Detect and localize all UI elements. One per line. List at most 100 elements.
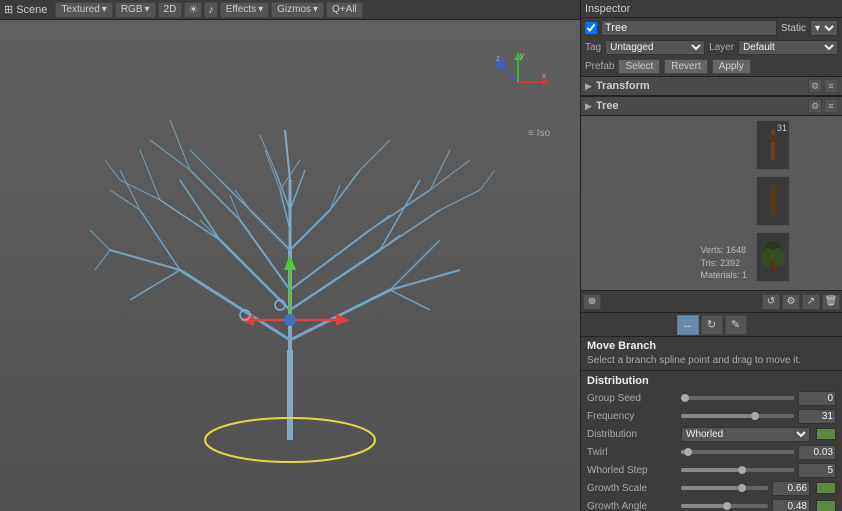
distribution-color xyxy=(816,428,836,440)
light-icon-btn[interactable]: ☀ xyxy=(184,2,202,18)
transform-title: Transform xyxy=(596,80,804,92)
scene-toolbar: ⊞ Scene Textured ▾ RGB ▾ 2D ☀ ♪ Effects … xyxy=(0,0,580,20)
group-seed-row: Group Seed xyxy=(581,389,842,407)
transform-settings-icon[interactable]: ⚙ xyxy=(808,79,822,93)
thumbnail-1[interactable]: 31 xyxy=(756,120,790,170)
frequency-row: Frequency xyxy=(581,407,842,425)
move-branch-btn[interactable]: ↔ xyxy=(677,315,699,335)
growth-angle-row: Growth Angle xyxy=(581,497,842,511)
gizmos-dropdown[interactable]: Gizmos ▾ xyxy=(271,2,324,18)
iso-label: ≡ Iso xyxy=(528,128,550,139)
thumbnail-3[interactable] xyxy=(756,232,790,282)
transform-icons: ⚙ ≡ xyxy=(808,79,838,93)
whorled-step-slider[interactable] xyxy=(681,468,794,472)
frequency-slider[interactable] xyxy=(681,414,794,418)
layer-select[interactable]: Default xyxy=(738,40,838,55)
whorled-step-row: Whorled Step xyxy=(581,461,842,479)
add-node-btn[interactable]: ⊕ xyxy=(583,294,601,310)
prefab-row: Prefab Select Revert Apply xyxy=(581,56,842,76)
move-branch-info: Move Branch Select a branch spline point… xyxy=(581,337,842,371)
comp-tool-left: ⊕ xyxy=(583,294,601,310)
twirl-row: Twirl xyxy=(581,443,842,461)
tag-label: Tag xyxy=(585,42,601,53)
active-toggle[interactable] xyxy=(585,22,597,34)
z-axis-handle xyxy=(284,314,296,326)
prefab-apply-btn[interactable]: Apply xyxy=(712,59,751,74)
transform-arrow-icon: ▶ xyxy=(585,81,592,92)
color-mode-dropdown[interactable]: RGB ▾ xyxy=(115,2,156,18)
distribution-select[interactable]: Whorled Random Alternating Opposite xyxy=(681,427,810,442)
export-btn[interactable]: ↗ xyxy=(802,294,820,310)
prefab-revert-btn[interactable]: Revert xyxy=(664,59,707,74)
transform-more-icon[interactable]: ≡ xyxy=(824,79,838,93)
object-name-input[interactable] xyxy=(601,20,777,36)
branch-tools: ↔ ↻ ✎ xyxy=(581,313,842,337)
audio-icon-btn[interactable]: ♪ xyxy=(204,2,218,18)
growth-scale-label: Growth Scale xyxy=(587,483,677,494)
prefab-select-btn[interactable]: Select xyxy=(618,59,660,74)
settings-btn[interactable]: ⚙ xyxy=(782,294,800,310)
tree-more-icon[interactable]: ≡ xyxy=(824,99,838,113)
distribution-title: Distribution xyxy=(581,371,842,389)
dimension-toggle[interactable]: 2D xyxy=(158,2,183,18)
inspector-panel: Inspector Static ▾ Tag Untagged Layer De… xyxy=(580,0,842,511)
growth-angle-color xyxy=(816,500,836,511)
distribution-label: Distribution xyxy=(587,429,677,440)
component-toolbar: ⊕ ↺ ⚙ ↗ 🗑 xyxy=(581,291,842,313)
growth-angle-value[interactable] xyxy=(772,499,810,511)
search-btn[interactable]: Q+All xyxy=(326,2,363,18)
transform-section-header[interactable]: ▶ Transform ⚙ ≡ xyxy=(581,76,842,96)
svg-text:x: x xyxy=(542,71,546,80)
distribution-section: Distribution Group Seed Frequency Distri… xyxy=(581,371,842,511)
twirl-label: Twirl xyxy=(587,447,677,458)
group-seed-value[interactable] xyxy=(798,391,836,406)
tree-component-header[interactable]: ▶ Tree ⚙ ≡ xyxy=(581,96,842,116)
growth-scale-slider[interactable] xyxy=(681,486,768,490)
stats-display: Verts: 1648 Tris: 2392 Materials: 1 xyxy=(700,244,747,282)
tree-thumbnails-area: 31 Verts: 1648 Tris: 2392 Materials: 1 xyxy=(581,116,842,291)
twirl-value[interactable] xyxy=(798,445,836,460)
tree-svg xyxy=(80,50,500,480)
tree-settings-icon[interactable]: ⚙ xyxy=(808,99,822,113)
growth-scale-value[interactable] xyxy=(772,481,810,496)
tag-layer-row: Tag Untagged Layer Default xyxy=(581,38,842,56)
svg-text:y: y xyxy=(520,51,524,60)
effects-dropdown[interactable]: Effects ▾ xyxy=(220,2,269,18)
growth-angle-slider[interactable] xyxy=(681,504,768,508)
tree-component-icons: ⚙ ≡ xyxy=(808,99,838,113)
svg-text:z: z xyxy=(496,54,500,63)
frequency-value[interactable] xyxy=(798,409,836,424)
distribution-row: Distribution Whorled Random Alternating … xyxy=(581,425,842,443)
scene-view: ⊞ Scene Textured ▾ RGB ▾ 2D ☀ ♪ Effects … xyxy=(0,0,580,511)
frequency-label: Frequency xyxy=(587,411,677,422)
static-label: Static xyxy=(781,23,806,34)
rotation-gizmo[interactable]: z x y xyxy=(484,48,552,116)
growth-angle-label: Growth Angle xyxy=(587,501,677,511)
refresh-btn[interactable]: ↺ xyxy=(762,294,780,310)
growth-scale-row: Growth Scale xyxy=(581,479,842,497)
inspector-header: Inspector xyxy=(581,0,842,18)
free-hand-btn[interactable]: ✎ xyxy=(725,315,747,335)
shading-dropdown[interactable]: Textured ▾ xyxy=(55,2,112,18)
rotate-branch-btn[interactable]: ↻ xyxy=(701,315,723,335)
move-branch-desc: Select a branch spline point and drag to… xyxy=(587,354,836,367)
whorled-step-label: Whorled Step xyxy=(587,465,677,476)
prefab-label: Prefab xyxy=(585,61,614,72)
object-name-row: Static ▾ xyxy=(581,18,842,38)
tag-select[interactable]: Untagged xyxy=(605,40,705,55)
group-seed-slider[interactable] xyxy=(681,396,794,400)
static-dropdown[interactable]: ▾ xyxy=(810,20,838,36)
scene-title: ⊞ Scene xyxy=(4,3,47,16)
layer-label: Layer xyxy=(709,42,734,53)
inspector-title: Inspector xyxy=(585,3,838,15)
scene-viewport[interactable]: z x y ≡ Iso xyxy=(0,20,580,511)
move-branch-title: Move Branch xyxy=(587,340,836,352)
whorled-step-value[interactable] xyxy=(798,463,836,478)
group-seed-label: Group Seed xyxy=(587,393,677,404)
comp-tool-right: ↺ ⚙ ↗ 🗑 xyxy=(762,294,840,310)
trash-btn[interactable]: 🗑 xyxy=(822,294,840,310)
thumbnail-2[interactable] xyxy=(756,176,790,226)
growth-scale-color xyxy=(816,482,836,494)
twirl-slider[interactable] xyxy=(681,450,794,454)
tree-component-title: Tree xyxy=(596,100,804,112)
